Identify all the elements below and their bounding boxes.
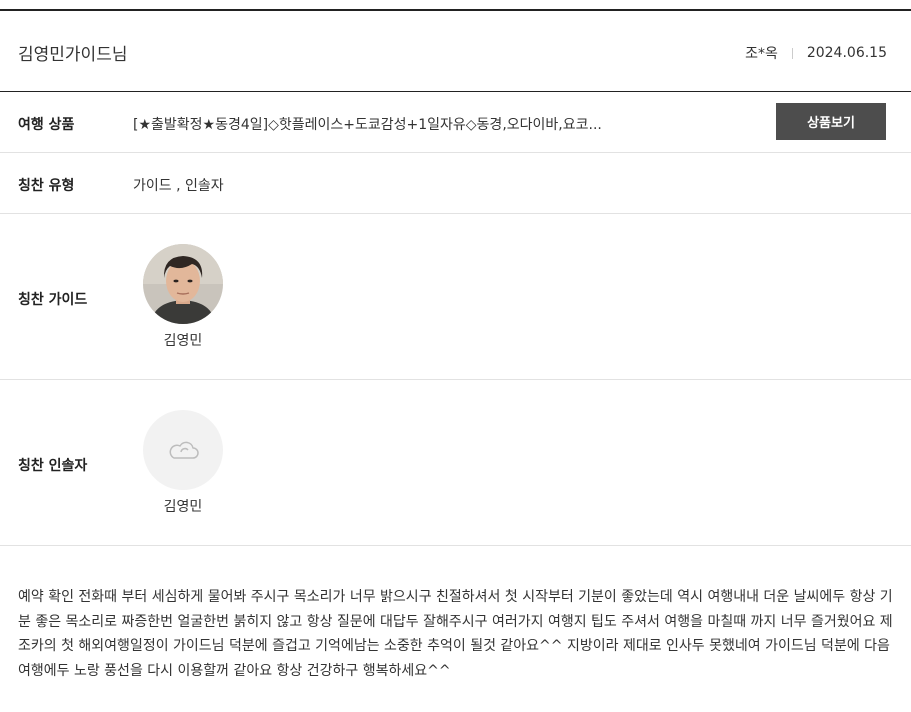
product-label: 여행 상품 (18, 117, 75, 133)
praise-guide-label: 칭찬 가이드 (18, 292, 88, 308)
cloud-icon (169, 441, 199, 459)
meta-divider (791, 47, 793, 59)
escort-profile: 김영민 (143, 410, 223, 516)
guide-name: 김영민 (163, 333, 203, 349)
post-meta: 조*옥 2024.06.15 (745, 43, 887, 63)
praise-type-label: 칭찬 유형 (18, 178, 75, 194)
praise-header: 김영민가이드님 조*옥 2024.06.15 (0, 11, 911, 92)
review-text: 예약 확인 전화때 부터 세심하게 물어봐 주시구 목소리가 너무 밝으시구 친… (18, 589, 893, 679)
escort-avatar (143, 410, 223, 490)
praise-detail-page: 김영민가이드님 조*옥 2024.06.15 여행 상품 [★출발확정★동경4일… (0, 0, 911, 712)
praise-escort-label: 칭찬 인솔자 (18, 458, 88, 474)
escort-name: 김영민 (163, 499, 203, 515)
guide-profile: 김영민 (143, 244, 223, 350)
praise-escort-row: 칭찬 인솔자 김영민 (0, 380, 911, 546)
post-date: 2024.06.15 (806, 45, 887, 61)
product-row: 여행 상품 [★출발확정★동경4일]◇핫플레이스+도쿄감성+1일자유◇동경,오다… (0, 92, 911, 153)
product-name[interactable]: [★출발확정★동경4일]◇핫플레이스+도쿄감성+1일자유◇동경,오다이바,요코.… (133, 114, 693, 134)
praise-type-row: 칭찬 유형 가이드 , 인솔자 (0, 153, 911, 214)
guide-avatar (143, 244, 223, 324)
praise-guide-row: 칭찬 가이드 김영민 (0, 214, 911, 380)
praise-type-value: 가이드 , 인솔자 (133, 178, 224, 194)
view-product-button[interactable]: 상품보기 (776, 103, 886, 140)
guide-photo (143, 244, 223, 324)
author-name: 조*옥 (745, 46, 778, 62)
page-title: 김영민가이드님 (18, 45, 128, 65)
